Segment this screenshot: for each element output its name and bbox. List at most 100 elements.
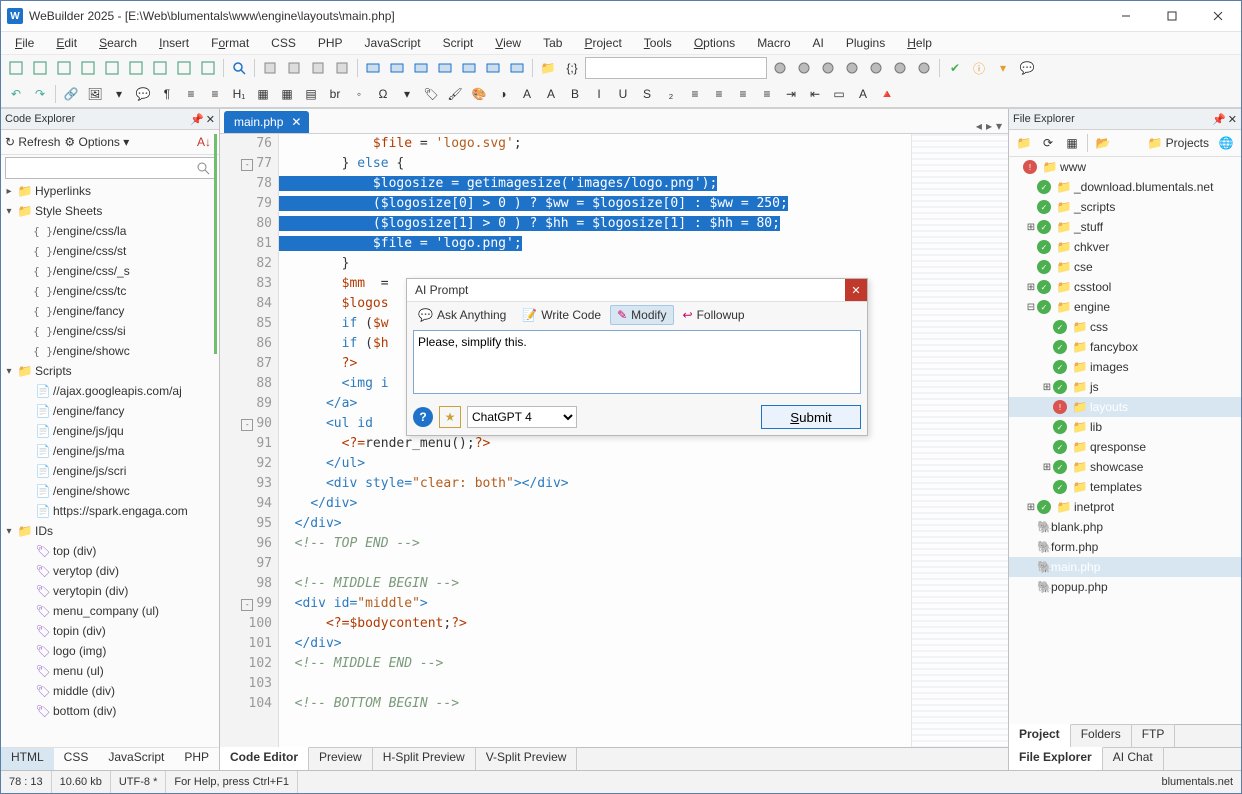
search-box[interactable]	[5, 157, 215, 179]
tb-btn[interactable]: 🔺	[876, 83, 898, 105]
file-tree-row[interactable]: ✓📁cse	[1009, 257, 1241, 277]
tb-btn[interactable]	[386, 57, 408, 79]
tb-btn[interactable]: ▤	[300, 83, 322, 105]
options-button[interactable]: ⚙ Options ▾	[64, 135, 129, 149]
tb-btn[interactable]: ≡	[684, 83, 706, 105]
open-folder-icon[interactable]: 📂	[1092, 132, 1114, 154]
tb-btn[interactable]: ▦	[276, 83, 298, 105]
menu-javascript[interactable]: JavaScript	[355, 34, 431, 52]
tb-btn[interactable]: Ω	[372, 83, 394, 105]
tb-btn[interactable]: B	[564, 83, 586, 105]
file-tree-row[interactable]: ⊞✓📁inetprot	[1009, 497, 1241, 517]
tree-row[interactable]: 🏷menu_company (ul)	[1, 601, 219, 621]
tree-row[interactable]: ▸📁Hyperlinks	[1, 181, 219, 201]
file-tree-row[interactable]: ✓📁images	[1009, 357, 1241, 377]
file-tree-row[interactable]: ✓📁_scripts	[1009, 197, 1241, 217]
undo-icon[interactable]: ↶	[5, 83, 27, 105]
nav-icon[interactable]: ⟳	[1037, 132, 1059, 154]
pin-icon[interactable]: 📌	[1212, 113, 1226, 126]
tb-btn[interactable]: U	[612, 83, 634, 105]
tree-row[interactable]: 🏷verytopin (div)	[1, 581, 219, 601]
tb-btn[interactable]	[101, 57, 123, 79]
file-tree-row[interactable]: ⊞✓📁js	[1009, 377, 1241, 397]
tree-row[interactable]: ▾📁Scripts	[1, 361, 219, 381]
menu-insert[interactable]: Insert	[149, 34, 199, 52]
file-tree-row[interactable]: !📁layouts	[1009, 397, 1241, 417]
redo-icon[interactable]: ↷	[29, 83, 51, 105]
right-btm-aichat[interactable]: AI Chat	[1103, 747, 1164, 770]
tb-btn[interactable]: ≡	[756, 83, 778, 105]
close-button[interactable]	[1195, 1, 1241, 31]
tb-btn[interactable]: ▭	[828, 83, 850, 105]
next-tab-icon[interactable]: ▸	[986, 119, 992, 133]
tree-row[interactable]: 🏷middle (div)	[1, 681, 219, 701]
tb-btn[interactable]: ◦	[348, 83, 370, 105]
tree-row[interactable]: 📄https://spark.engaga.com	[1, 501, 219, 521]
tb-btn[interactable]	[259, 57, 281, 79]
tree-row[interactable]: { }/engine/css/tc	[1, 281, 219, 301]
tb-btn[interactable]	[53, 57, 75, 79]
tree-row[interactable]: 🏷verytop (div)	[1, 561, 219, 581]
file-tree-row[interactable]: ✓📁templates	[1009, 477, 1241, 497]
tree-row[interactable]: 📄/engine/js/jqu	[1, 421, 219, 441]
ai-close-button[interactable]: ✕	[845, 279, 867, 301]
menu-file[interactable]: File	[5, 34, 44, 52]
close-icon[interactable]: ✕	[1228, 113, 1237, 126]
tb-btn[interactable]: H₁	[228, 83, 250, 105]
tree-row[interactable]: 🏷topin (div)	[1, 621, 219, 641]
right-tab-ftp[interactable]: FTP	[1132, 724, 1176, 747]
selector-combo[interactable]	[585, 57, 767, 79]
tb-btn[interactable]: 🏷	[420, 83, 442, 105]
document-tab[interactable]: main.php ✕	[224, 111, 309, 133]
file-tree-row[interactable]: ✓📁_download.blumentals.net	[1009, 177, 1241, 197]
tb-btn[interactable]: A	[852, 83, 874, 105]
tb-btn[interactable]	[197, 57, 219, 79]
tb-btn[interactable]	[482, 57, 504, 79]
close-icon[interactable]: ✕	[206, 113, 215, 126]
tb-btn[interactable]: ▦	[252, 83, 274, 105]
tree-row[interactable]: 🏷logo (img)	[1, 641, 219, 661]
tb-btn[interactable]: ▾	[108, 83, 130, 105]
tree-row[interactable]: 🏷menu (ul)	[1, 661, 219, 681]
tb-btn[interactable]: {;}	[561, 57, 583, 79]
tb-btn[interactable]	[817, 57, 839, 79]
ai-modify-button[interactable]: ✎Modify	[610, 305, 673, 325]
projects-button[interactable]: 📁 Projects	[1144, 134, 1213, 152]
editor-tab-code[interactable]: Code Editor	[220, 747, 309, 770]
menu-view[interactable]: View	[485, 34, 531, 52]
tree-row[interactable]: 🏷top (div)	[1, 541, 219, 561]
minimize-button[interactable]	[1103, 1, 1149, 31]
file-row[interactable]: 🐘blank.php	[1009, 517, 1241, 537]
check-icon[interactable]: ✔	[944, 57, 966, 79]
ai-followup-button[interactable]: ↩Followup	[676, 305, 752, 325]
menu-edit[interactable]: Edit	[46, 34, 87, 52]
tb-btn[interactable]: S	[636, 83, 658, 105]
tb-btn[interactable]: ≡	[204, 83, 226, 105]
editor-tab-hsplit[interactable]: H-Split Preview	[373, 747, 476, 770]
tb-btn[interactable]: ¶	[156, 83, 178, 105]
search-input[interactable]	[5, 157, 215, 179]
tb-btn[interactable]: A	[516, 83, 538, 105]
right-tab-folders[interactable]: Folders	[1071, 724, 1132, 747]
tree-row[interactable]: 📄/engine/js/scri	[1, 461, 219, 481]
menu-help[interactable]: Help	[897, 34, 942, 52]
file-tree-row[interactable]: ✓📁chkver	[1009, 237, 1241, 257]
refresh-button[interactable]: ↻ Refresh	[5, 135, 60, 149]
tb-btn[interactable]: 🎨	[468, 83, 490, 105]
tb-btn[interactable]	[29, 57, 51, 79]
lang-tab-css[interactable]: CSS	[54, 748, 99, 770]
tab-close-icon[interactable]: ✕	[289, 115, 303, 129]
menu-tools[interactable]: Tools	[634, 34, 682, 52]
tb-btn[interactable]	[865, 57, 887, 79]
info-icon[interactable]: ⓘ	[968, 57, 990, 79]
file-tree-row[interactable]: ✓📁css	[1009, 317, 1241, 337]
tb-btn[interactable]: ⇤	[804, 83, 826, 105]
tb-btn[interactable]: ≡	[708, 83, 730, 105]
tb-btn[interactable]: 💬	[132, 83, 154, 105]
ai-star-icon[interactable]: ★	[439, 406, 461, 428]
tb-btn[interactable]	[506, 57, 528, 79]
tb-btn[interactable]	[410, 57, 432, 79]
tree-row[interactable]: { }/engine/css/st	[1, 241, 219, 261]
file-tree-row[interactable]: ✓📁lib	[1009, 417, 1241, 437]
sort-icon[interactable]: A↓	[193, 131, 215, 153]
